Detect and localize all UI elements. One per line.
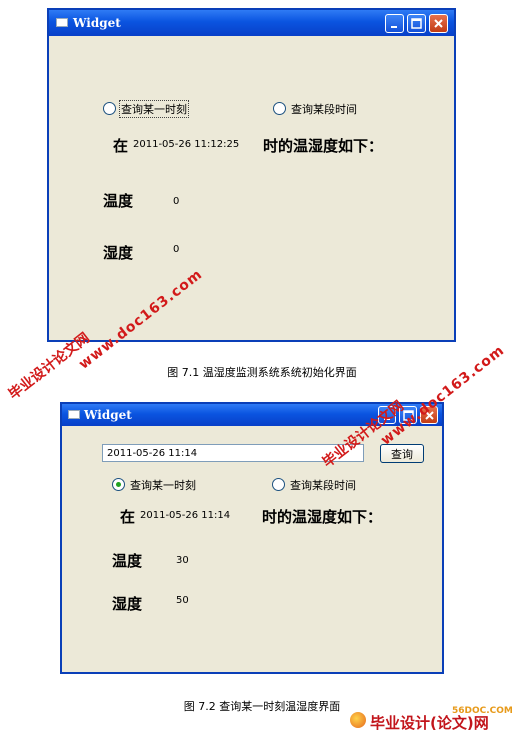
maximize-icon	[411, 18, 422, 29]
radio-query-point[interactable]	[112, 478, 125, 491]
humidity-value: 50	[176, 595, 189, 606]
result-suffix-label: 时的温湿度如下：	[262, 508, 383, 526]
window-title: Widget	[84, 408, 132, 422]
brand-logo-icon	[350, 712, 366, 728]
at-label: 在	[113, 137, 129, 155]
radio-selected-dot	[116, 482, 121, 487]
title-bar[interactable]: Widget	[49, 10, 454, 36]
temperature-value: 30	[176, 555, 189, 566]
radio-query-point-label[interactable]: 查询某一时刻	[119, 100, 189, 118]
minimize-button[interactable]	[385, 14, 404, 33]
temperature-label: 温度	[103, 192, 134, 210]
window-title: Widget	[73, 16, 121, 30]
humidity-value: 0	[173, 244, 180, 255]
temperature-value: 0	[173, 196, 180, 207]
humidity-label: 湿度	[103, 244, 134, 262]
temperature-label: 温度	[112, 552, 143, 570]
timestamp-label: 2011-05-26 11:12:25	[133, 139, 240, 150]
window-icon	[68, 410, 80, 419]
close-button[interactable]	[429, 14, 448, 33]
radio-query-range[interactable]	[272, 478, 285, 491]
radio-query-range-label[interactable]: 查询某段时间	[291, 101, 357, 117]
radio-query-range-label[interactable]: 查询某段时间	[290, 477, 356, 493]
radio-query-point[interactable]	[103, 102, 116, 115]
maximize-button[interactable]	[407, 14, 426, 33]
minimize-icon	[391, 26, 397, 28]
radio-query-range[interactable]	[273, 102, 286, 115]
result-suffix-label: 时的温湿度如下：	[263, 137, 384, 155]
radio-query-point-label[interactable]: 查询某一时刻	[130, 477, 196, 493]
timestamp-label: 2011-05-26 11:14	[140, 510, 231, 521]
brand-site: 56DOC.COM	[452, 706, 513, 716]
at-label: 在	[120, 508, 136, 526]
humidity-label: 湿度	[112, 595, 143, 613]
close-icon	[434, 19, 443, 28]
window-icon	[56, 18, 68, 27]
widget-window-1: Widget 查询某一时刻 查询某段时间 在 2011-05-26 11:12:…	[47, 8, 456, 342]
figure-7-1-caption: 图 7.1 温湿度监测系统系统初始化界面	[167, 366, 357, 379]
